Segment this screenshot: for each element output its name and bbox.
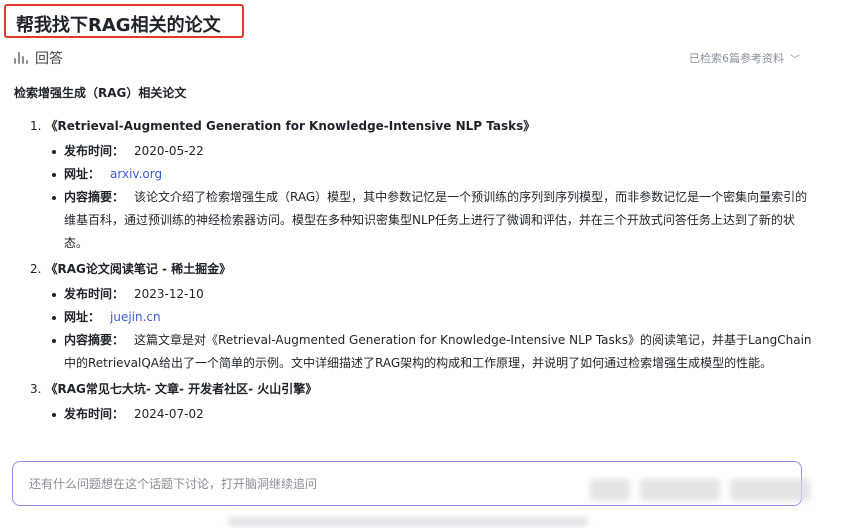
paper-link[interactable]: juejin.cn <box>110 310 161 324</box>
paper-date: 发布时间： 2023-12-10 <box>14 283 814 306</box>
answer-header: 回答 <box>14 48 63 68</box>
answer-icon <box>14 52 28 64</box>
paper-date: 发布时间： 2024-07-02 <box>14 403 814 426</box>
sources-text: 已检索6篇参考资料 <box>689 52 784 65</box>
paper-link[interactable]: arxiv.org <box>110 167 162 181</box>
paper-item: 1. 《Retrieval-Augmented Generation for Kn… <box>14 112 814 255</box>
paper-title: 3. 《RAG常见七大坑- 文章- 开发者社区- 火山引擎》 <box>30 382 318 396</box>
answer-content: 1. 《Retrieval-Augmented Generation for Kn… <box>14 112 814 442</box>
footer-blurred <box>228 517 588 527</box>
paper-item: 3. 《RAG常见七大坑- 文章- 开发者社区- 火山引擎》 发布时间： 2024-… <box>14 375 814 426</box>
paper-summary: 内容摘要： 该论文介绍了检索增强生成（RAG）模型，其中参数记忆是一个预训练的序列… <box>14 186 814 255</box>
blurred-area <box>640 479 720 501</box>
paper-title: 2. 《RAG论文阅读笔记 - 稀土掘金》 <box>30 262 232 276</box>
answer-label: 回答 <box>35 51 63 67</box>
blurred-area <box>730 479 810 501</box>
blurred-area <box>590 479 630 501</box>
paper-item: 2. 《RAG论文阅读笔记 - 稀土掘金》 发布时间： 2023-12-10 网址：… <box>14 255 814 375</box>
paper-url: 网址： arxiv.org <box>14 163 814 186</box>
paper-date: 发布时间： 2020-05-22 <box>14 140 814 163</box>
sources-toggle[interactable]: 已检索6篇参考资料 ﹀ <box>689 50 800 66</box>
paper-summary: 内容摘要： 这篇文章是对《Retrieval-Augmented Generati… <box>14 329 814 375</box>
paper-title: 1. 《Retrieval-Augmented Generation for Kn… <box>30 119 536 133</box>
section-title: 检索增强生成（RAG）相关论文 <box>14 86 187 100</box>
query-highlight-box: 帮我找下RAG相关的论文 <box>4 4 244 38</box>
paper-url: 网址： juejin.cn <box>14 306 814 329</box>
chevron-down-icon: ﹀ <box>790 54 800 66</box>
content-fade <box>0 428 858 458</box>
query-title: 帮我找下RAG相关的论文 <box>16 15 221 36</box>
